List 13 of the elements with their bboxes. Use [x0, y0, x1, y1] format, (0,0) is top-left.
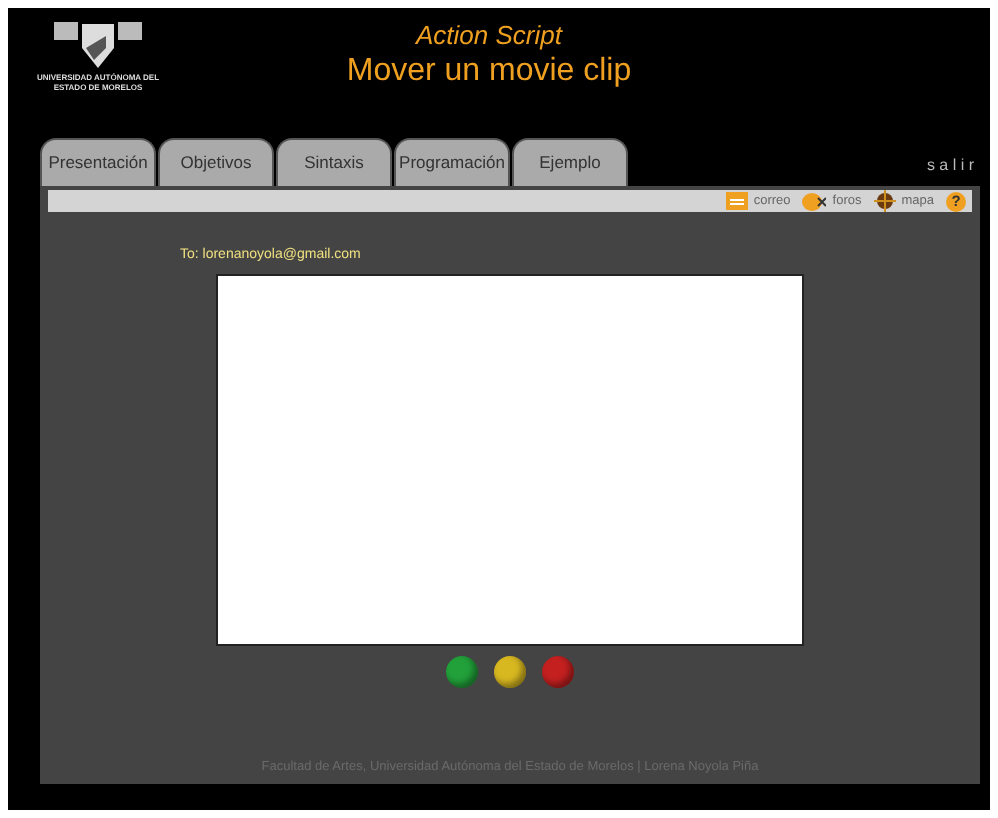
exit-link[interactable]: s a l i r — [926, 156, 974, 174]
tab[interactable]: Presentación — [40, 138, 156, 186]
tab[interactable]: Objetivos — [158, 138, 274, 186]
tab[interactable]: Ejemplo — [512, 138, 628, 186]
tab[interactable]: Sintaxis — [276, 138, 392, 186]
tab[interactable]: Programación — [394, 138, 510, 186]
university-logo — [52, 20, 144, 72]
speech-bubble-icon[interactable] — [802, 191, 827, 211]
round-button[interactable] — [446, 656, 478, 688]
page-subtitle: Action Script — [416, 20, 562, 50]
round-button[interactable] — [494, 656, 526, 688]
compass-icon[interactable] — [873, 190, 896, 212]
page-title: Mover un movie clip — [346, 54, 632, 90]
